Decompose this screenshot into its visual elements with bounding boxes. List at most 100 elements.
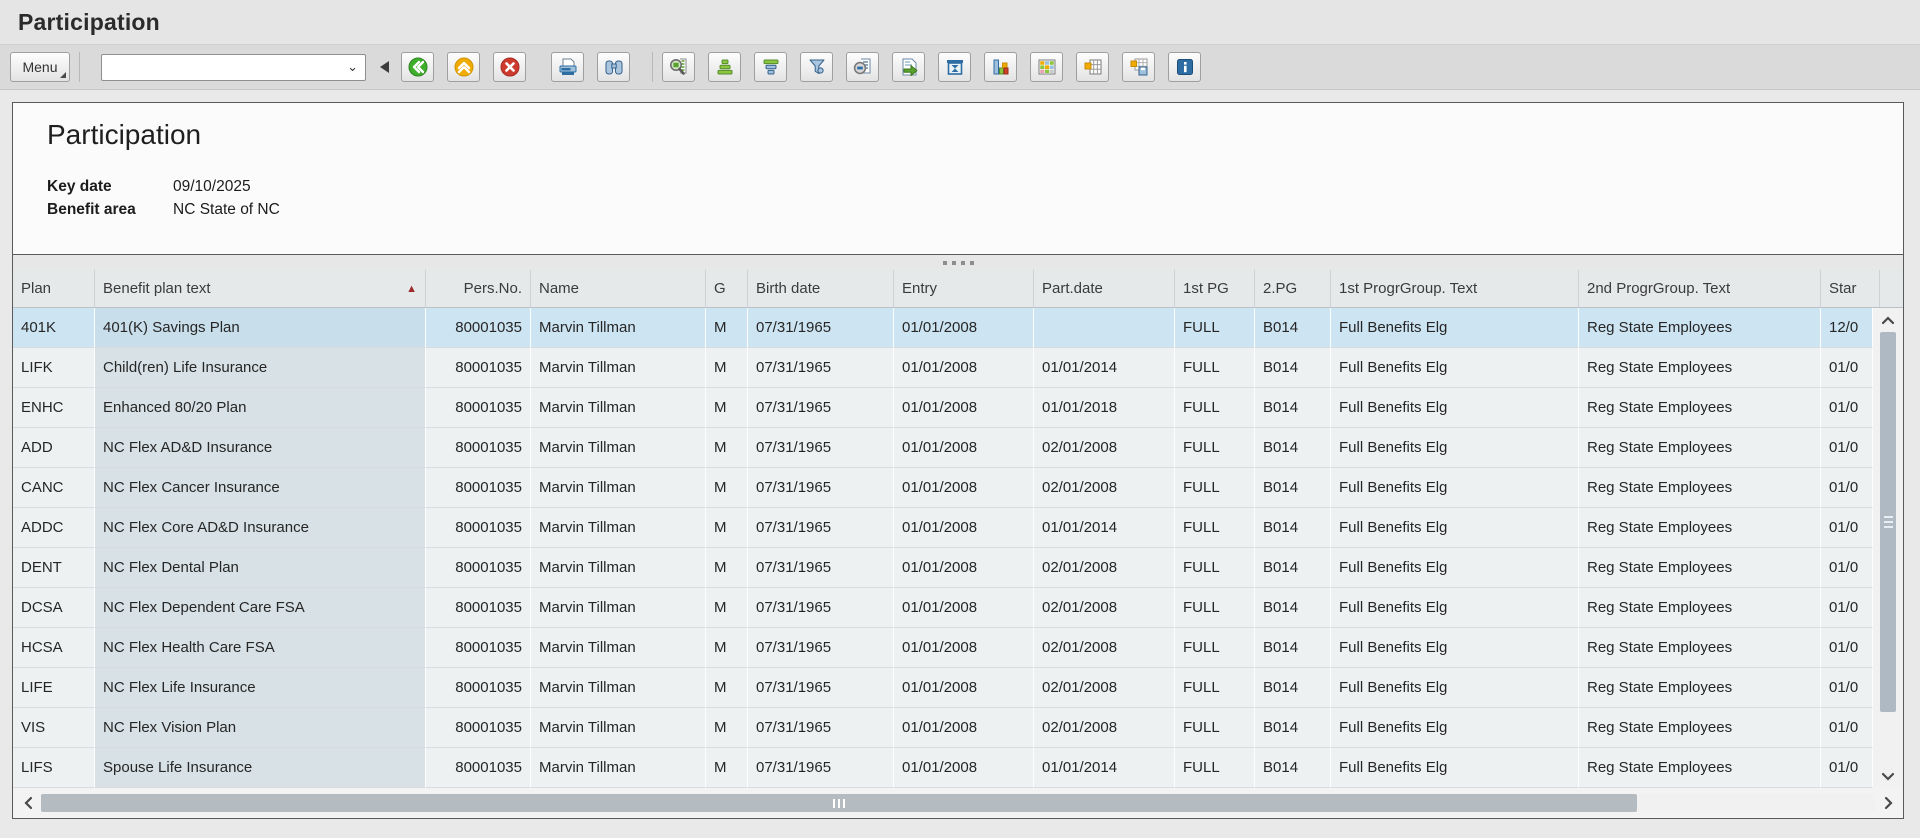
table-cell-start[interactable]: 01/0 <box>1821 668 1873 708</box>
table-cell-entry[interactable]: 01/01/2008 <box>894 668 1034 708</box>
export-button[interactable] <box>892 52 925 82</box>
table-cell-part[interactable]: 01/01/2014 <box>1034 508 1175 548</box>
table-cell-plan[interactable]: HCSA <box>13 628 95 668</box>
column-header-pers[interactable]: Pers.No. <box>426 270 531 307</box>
sort-ascending-button[interactable] <box>708 52 741 82</box>
table-cell-start[interactable]: 01/0 <box>1821 388 1873 428</box>
table-row[interactable]: ENHCEnhanced 80/20 Plan80001035Marvin Ti… <box>13 388 1873 428</box>
table-cell-g[interactable]: M <box>706 308 748 348</box>
table-cell-pg2[interactable]: B014 <box>1255 548 1331 588</box>
table-cell-pg1[interactable]: FULL <box>1175 468 1255 508</box>
table-cell-plan[interactable]: LIFS <box>13 748 95 788</box>
table-cell-pg1[interactable]: FULL <box>1175 388 1255 428</box>
table-cell-pg2[interactable]: B014 <box>1255 388 1331 428</box>
table-cell-name[interactable]: Marvin Tillman <box>531 428 706 468</box>
table-cell-birth[interactable]: 07/31/1965 <box>748 548 894 588</box>
scroll-up-arrow-icon[interactable] <box>1873 310 1903 330</box>
table-cell-part[interactable]: 02/01/2008 <box>1034 468 1175 508</box>
table-cell-pgt2[interactable]: Reg State Employees <box>1579 388 1821 428</box>
table-cell-plan[interactable]: DENT <box>13 548 95 588</box>
table-cell-start[interactable]: 12/0 <box>1821 308 1873 348</box>
change-layout-button[interactable] <box>1076 52 1109 82</box>
detail-button[interactable] <box>662 52 695 82</box>
table-cell-entry[interactable]: 01/01/2008 <box>894 748 1034 788</box>
table-cell-entry[interactable]: 01/01/2008 <box>894 708 1034 748</box>
table-cell-birth[interactable]: 07/31/1965 <box>748 348 894 388</box>
horizontal-scroll-thumb[interactable] <box>41 794 1637 812</box>
table-cell-name[interactable]: Marvin Tillman <box>531 668 706 708</box>
table-cell-start[interactable]: 01/0 <box>1821 748 1873 788</box>
table-cell-pers[interactable]: 80001035 <box>426 668 531 708</box>
table-cell-pgt1[interactable]: Full Benefits Elg <box>1331 588 1579 628</box>
table-cell-pers[interactable]: 80001035 <box>426 588 531 628</box>
table-cell-pgt2[interactable]: Reg State Employees <box>1579 548 1821 588</box>
table-cell-part[interactable]: 01/01/2014 <box>1034 348 1175 388</box>
table-cell-pgt1[interactable]: Full Benefits Elg <box>1331 628 1579 668</box>
table-cell-g[interactable]: M <box>706 548 748 588</box>
table-cell-pgt2[interactable]: Reg State Employees <box>1579 308 1821 348</box>
table-cell-name[interactable]: Marvin Tillman <box>531 548 706 588</box>
table-cell-pgt1[interactable]: Full Benefits Elg <box>1331 348 1579 388</box>
table-row[interactable]: 401K401(K) Savings Plan80001035Marvin Ti… <box>13 308 1873 348</box>
table-row[interactable]: DENTNC Flex Dental Plan80001035Marvin Ti… <box>13 548 1873 588</box>
info-button[interactable] <box>1168 52 1201 82</box>
table-cell-start[interactable]: 01/0 <box>1821 468 1873 508</box>
table-row[interactable]: VISNC Flex Vision Plan80001035Marvin Til… <box>13 708 1873 748</box>
table-cell-pg2[interactable]: B014 <box>1255 628 1331 668</box>
table-cell-birth[interactable]: 07/31/1965 <box>748 388 894 428</box>
table-cell-birth[interactable]: 07/31/1965 <box>748 748 894 788</box>
table-cell-name[interactable]: Marvin Tillman <box>531 388 706 428</box>
table-cell-text[interactable]: Spouse Life Insurance <box>95 748 426 788</box>
table-cell-start[interactable]: 01/0 <box>1821 548 1873 588</box>
table-cell-pg2[interactable]: B014 <box>1255 708 1331 748</box>
table-cell-start[interactable]: 01/0 <box>1821 428 1873 468</box>
table-cell-pgt1[interactable]: Full Benefits Elg <box>1331 668 1579 708</box>
table-cell-g[interactable]: M <box>706 708 748 748</box>
table-cell-pers[interactable]: 80001035 <box>426 348 531 388</box>
horizontal-scrollbar[interactable] <box>13 788 1903 818</box>
find-button[interactable] <box>597 52 630 82</box>
table-cell-g[interactable]: M <box>706 588 748 628</box>
table-cell-plan[interactable]: ADDC <box>13 508 95 548</box>
table-cell-name[interactable]: Marvin Tillman <box>531 588 706 628</box>
table-cell-pgt1[interactable]: Full Benefits Elg <box>1331 748 1579 788</box>
table-cell-part[interactable]: 02/01/2008 <box>1034 588 1175 628</box>
table-cell-pg1[interactable]: FULL <box>1175 428 1255 468</box>
graphics-button[interactable] <box>984 52 1017 82</box>
cancel-button[interactable] <box>493 52 526 82</box>
table-cell-pg2[interactable]: B014 <box>1255 748 1331 788</box>
table-cell-pg1[interactable]: FULL <box>1175 748 1255 788</box>
table-cell-pgt2[interactable]: Reg State Employees <box>1579 508 1821 548</box>
table-cell-pgt1[interactable]: Full Benefits Elg <box>1331 508 1579 548</box>
column-header-start[interactable]: Star <box>1821 270 1880 307</box>
print-button[interactable] <box>551 52 584 82</box>
table-cell-pgt2[interactable]: Reg State Employees <box>1579 588 1821 628</box>
table-cell-part[interactable]: 01/01/2018 <box>1034 388 1175 428</box>
table-cell-pgt2[interactable]: Reg State Employees <box>1579 628 1821 668</box>
table-cell-birth[interactable]: 07/31/1965 <box>748 508 894 548</box>
table-cell-entry[interactable]: 01/01/2008 <box>894 468 1034 508</box>
table-cell-plan[interactable]: DCSA <box>13 588 95 628</box>
table-cell-name[interactable]: Marvin Tillman <box>531 708 706 748</box>
table-cell-entry[interactable]: 01/01/2008 <box>894 588 1034 628</box>
table-cell-pgt1[interactable]: Full Benefits Elg <box>1331 468 1579 508</box>
column-header-plan[interactable]: Plan <box>13 270 95 307</box>
column-header-pg2[interactable]: 2.PG <box>1255 270 1331 307</box>
column-header-g[interactable]: G <box>706 270 748 307</box>
column-header-pgt2[interactable]: 2nd ProgrGroup. Text <box>1579 270 1821 307</box>
table-row[interactable]: ADDCNC Flex Core AD&D Insurance80001035M… <box>13 508 1873 548</box>
table-cell-pg2[interactable]: B014 <box>1255 468 1331 508</box>
table-cell-name[interactable]: Marvin Tillman <box>531 468 706 508</box>
table-cell-pgt2[interactable]: Reg State Employees <box>1579 708 1821 748</box>
table-cell-name[interactable]: Marvin Tillman <box>531 348 706 388</box>
table-cell-birth[interactable]: 07/31/1965 <box>748 308 894 348</box>
table-cell-text[interactable]: NC Flex AD&D Insurance <box>95 428 426 468</box>
table-cell-pers[interactable]: 80001035 <box>426 468 531 508</box>
table-cell-pgt1[interactable]: Full Benefits Elg <box>1331 708 1579 748</box>
table-cell-name[interactable]: Marvin Tillman <box>531 508 706 548</box>
table-cell-text[interactable]: NC Flex Vision Plan <box>95 708 426 748</box>
back-button[interactable] <box>401 52 434 82</box>
table-cell-text[interactable]: NC Flex Dependent Care FSA <box>95 588 426 628</box>
table-cell-g[interactable]: M <box>706 348 748 388</box>
table-cell-pgt1[interactable]: Full Benefits Elg <box>1331 388 1579 428</box>
